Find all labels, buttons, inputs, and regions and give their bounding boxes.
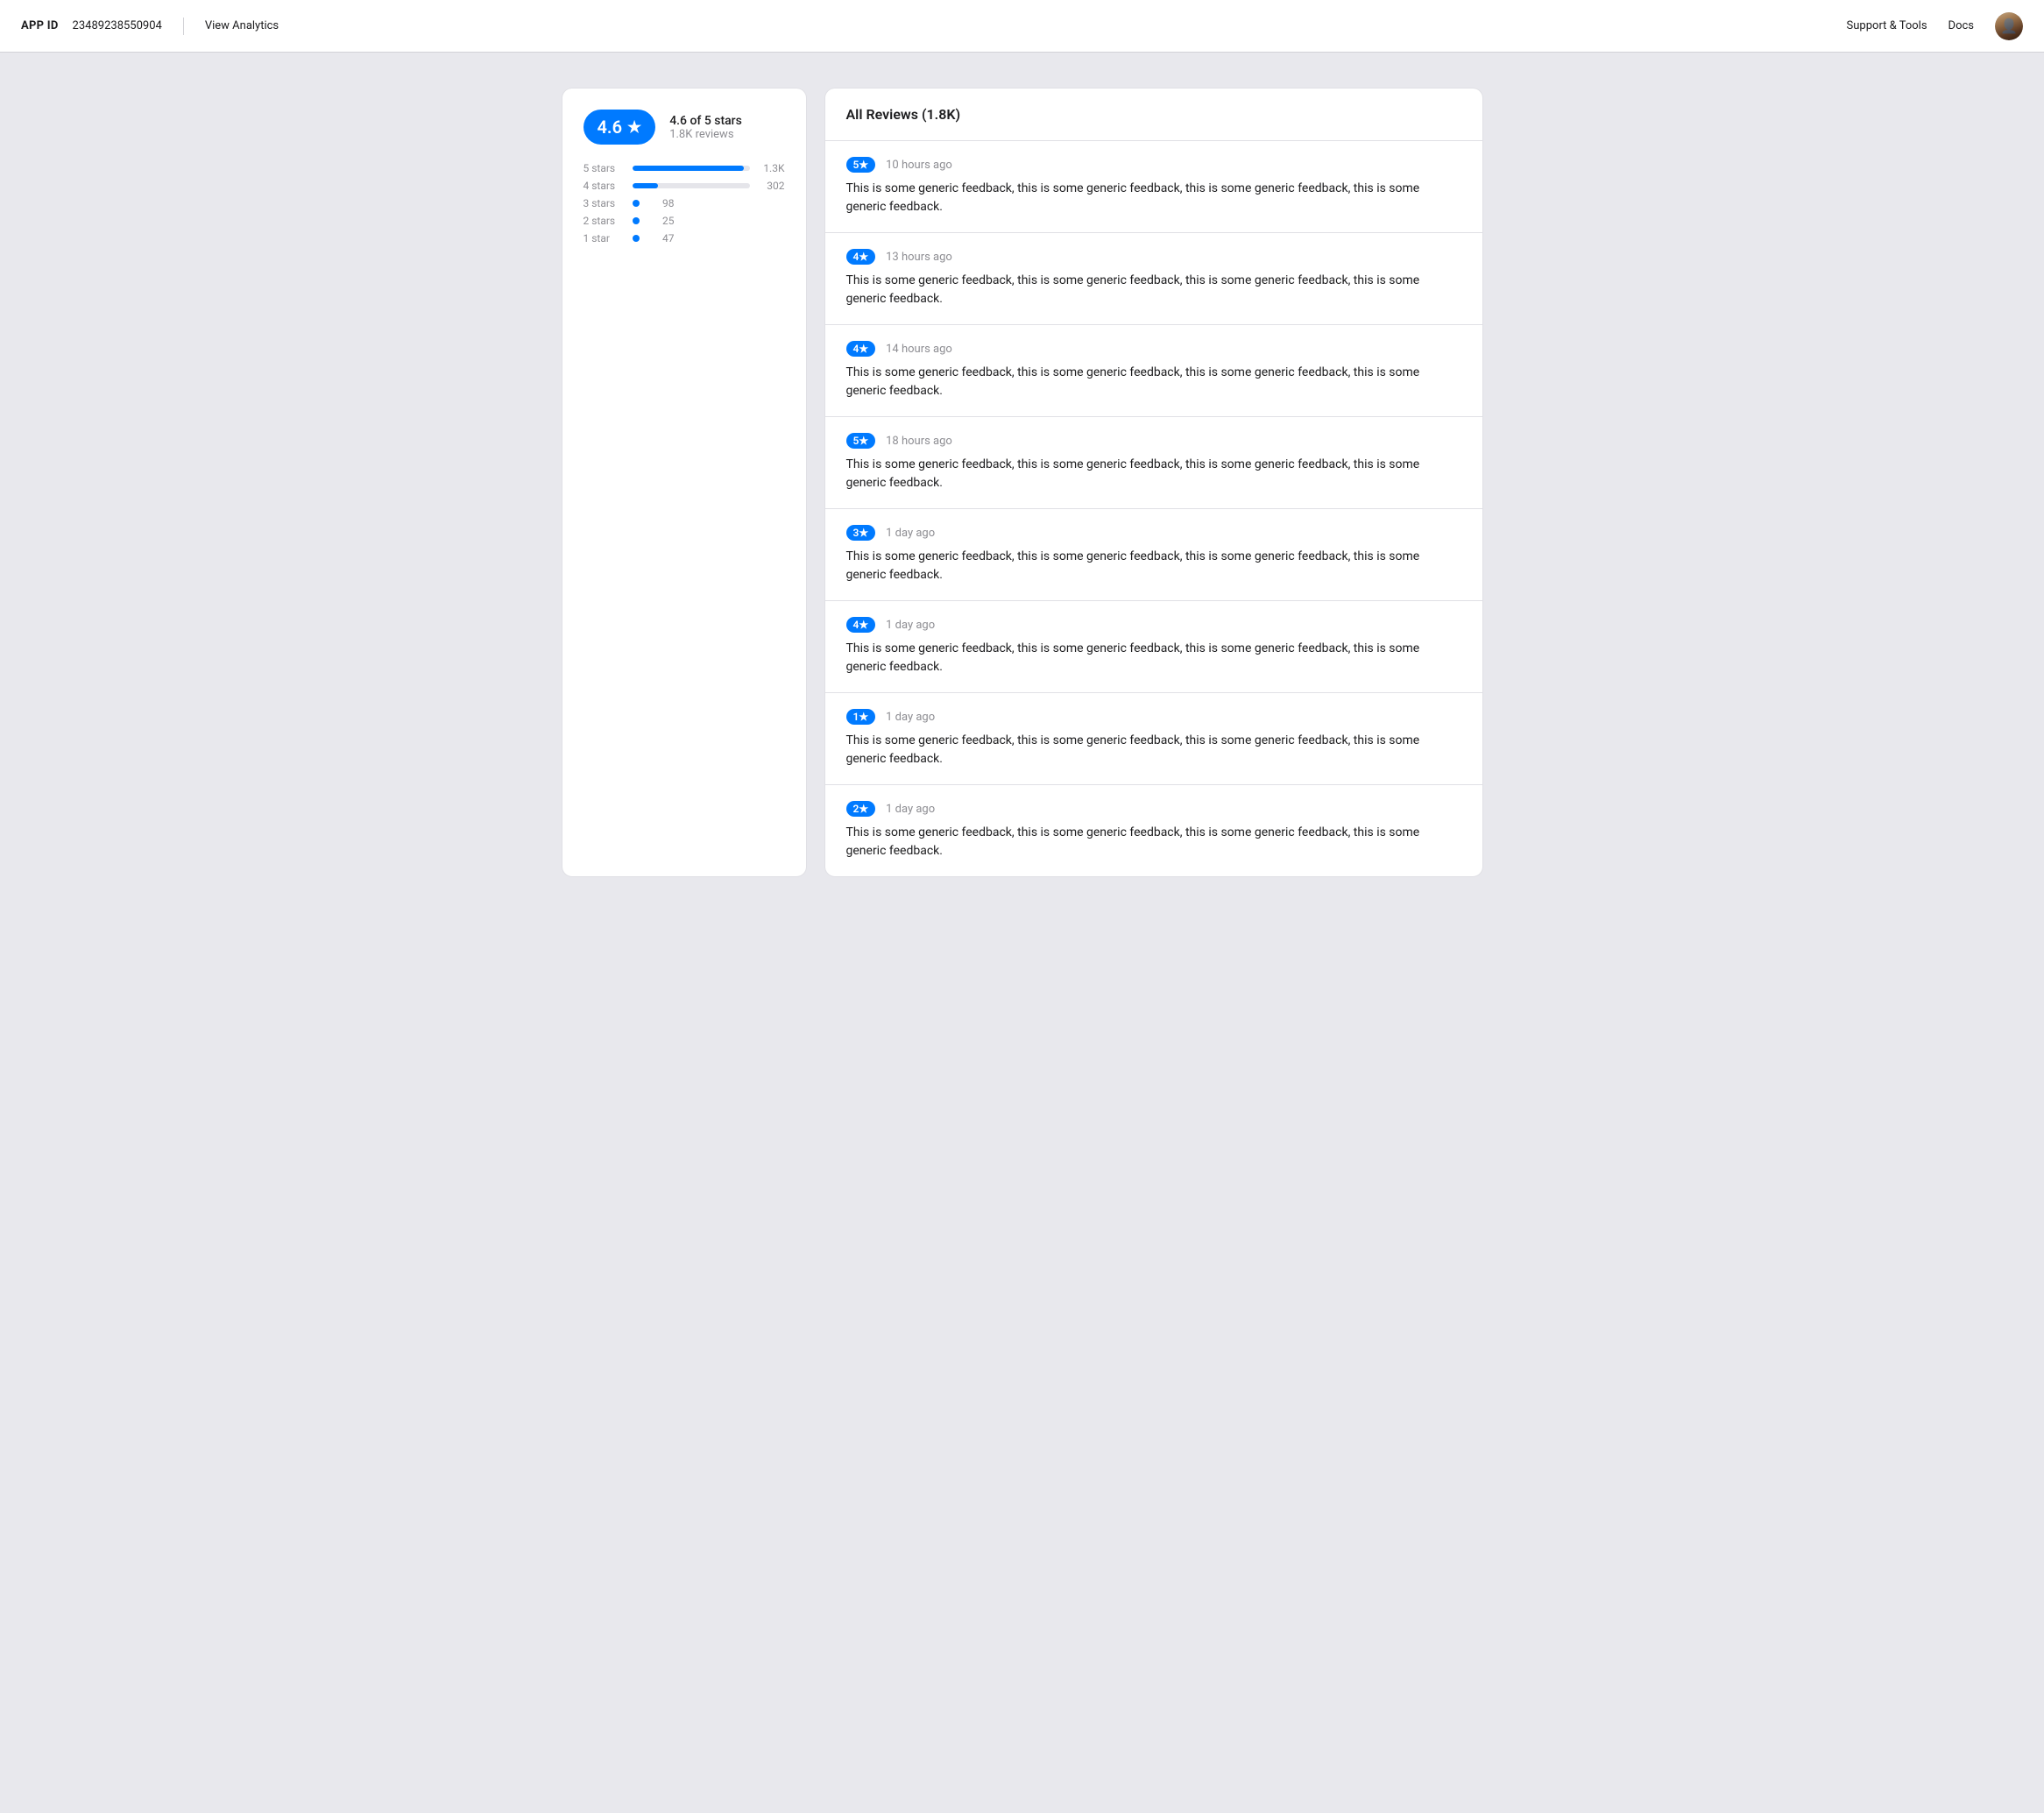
- rating-summary: 4.6 of 5 stars 1.8K reviews: [669, 114, 742, 141]
- review-item: 4★ 14 hours ago This is some generic feedb…: [825, 325, 1482, 417]
- review-star-badge: 1★: [846, 709, 876, 725]
- star-row: 5 stars 1.3K: [583, 162, 785, 174]
- bar-container: [633, 183, 750, 188]
- review-time: 14 hours ago: [886, 343, 952, 356]
- review-time: 1 day ago: [886, 803, 935, 816]
- review-text: This is some generic feedback, this is s…: [846, 180, 1461, 216]
- star-row-label: 5 stars: [583, 162, 626, 174]
- rating-top: 4.6 ★ 4.6 of 5 stars 1.8K reviews: [583, 110, 785, 145]
- review-item: 5★ 18 hours ago This is some generic feedb…: [825, 417, 1482, 509]
- avatar[interactable]: 👤: [1995, 12, 2023, 40]
- review-star-badge: 5★: [846, 157, 876, 173]
- rating-of: 4.6 of 5 stars: [669, 114, 742, 128]
- bar-count: 302: [757, 180, 785, 192]
- review-time: 18 hours ago: [886, 435, 952, 448]
- review-time: 1 day ago: [886, 527, 935, 540]
- docs-link[interactable]: Docs: [1949, 19, 1974, 32]
- reviews-list: 5★ 10 hours ago This is some generic feedb…: [825, 141, 1482, 876]
- bar-fill: [633, 183, 658, 188]
- rating-total: 1.8K reviews: [669, 128, 742, 141]
- review-meta: 2★ 1 day ago: [846, 801, 1461, 817]
- star-row-label: 4 stars: [583, 180, 626, 192]
- star-row: 3 stars 98: [583, 197, 785, 209]
- star-row-label: 1 star: [583, 232, 626, 244]
- bar-count: 47: [647, 232, 675, 244]
- review-time: 13 hours ago: [886, 251, 952, 264]
- header-left: APP ID 23489238550904 View Analytics: [21, 18, 279, 35]
- review-text: This is some generic feedback, this is s…: [846, 548, 1461, 584]
- rating-card: 4.6 ★ 4.6 of 5 stars 1.8K reviews 5 star…: [562, 88, 807, 877]
- header-divider: [183, 18, 184, 35]
- review-text: This is some generic feedback, this is s…: [846, 640, 1461, 676]
- star-row: 1 star 47: [583, 232, 785, 244]
- review-star-badge: 5★: [846, 433, 876, 449]
- review-item: 1★ 1 day ago This is some generic feedback…: [825, 693, 1482, 785]
- review-text: This is some generic feedback, this is s…: [846, 364, 1461, 400]
- review-meta: 1★ 1 day ago: [846, 709, 1461, 725]
- bar-count: 98: [647, 197, 675, 209]
- review-star-badge: 4★: [846, 249, 876, 265]
- review-item: 3★ 1 day ago This is some generic feedback…: [825, 509, 1482, 601]
- review-star-badge: 2★: [846, 801, 876, 817]
- bar-dot: [633, 200, 640, 207]
- reviews-title: All Reviews (1.8K): [846, 106, 961, 123]
- review-text: This is some generic feedback, this is s…: [846, 824, 1461, 860]
- review-time: 1 day ago: [886, 711, 935, 724]
- bar-dot: [633, 217, 640, 224]
- bar-count: 25: [647, 215, 675, 227]
- review-item: 2★ 1 day ago This is some generic feedback…: [825, 785, 1482, 876]
- star-row-label: 2 stars: [583, 215, 626, 227]
- review-star-badge: 4★: [846, 341, 876, 357]
- review-time: 1 day ago: [886, 619, 935, 632]
- review-text: This is some generic feedback, this is s…: [846, 272, 1461, 308]
- main-content: 4.6 ★ 4.6 of 5 stars 1.8K reviews 5 star…: [541, 53, 1504, 912]
- support-tools-link[interactable]: Support & Tools: [1847, 19, 1927, 32]
- review-time: 10 hours ago: [886, 159, 952, 172]
- review-item: 4★ 13 hours ago This is some generic feedb…: [825, 233, 1482, 325]
- app-id-value: 23489238550904: [73, 19, 162, 32]
- view-analytics-link[interactable]: View Analytics: [205, 19, 279, 32]
- bar-container: [633, 166, 750, 171]
- rating-score: 4.6: [598, 117, 623, 138]
- star-row: 2 stars 25: [583, 215, 785, 227]
- review-item: 4★ 1 day ago This is some generic feedback…: [825, 601, 1482, 693]
- rating-star-icon: ★: [627, 118, 641, 137]
- review-star-badge: 4★: [846, 617, 876, 633]
- reviews-panel: All Reviews (1.8K) 5★ 10 hours ago This is…: [824, 88, 1483, 877]
- star-row-label: 3 stars: [583, 197, 626, 209]
- app-id-label: APP ID: [21, 19, 59, 32]
- bar-fill: [633, 166, 744, 171]
- bar-count: 1.3K: [757, 162, 785, 174]
- review-text: This is some generic feedback, this is s…: [846, 732, 1461, 768]
- review-item: 5★ 10 hours ago This is some generic feedb…: [825, 141, 1482, 233]
- review-meta: 4★ 13 hours ago: [846, 249, 1461, 265]
- bar-dot: [633, 235, 640, 242]
- review-meta: 4★ 14 hours ago: [846, 341, 1461, 357]
- review-star-badge: 3★: [846, 525, 876, 541]
- review-meta: 5★ 10 hours ago: [846, 157, 1461, 173]
- star-bars: 5 stars 1.3K 4 stars 302 3 stars 98 2 stars 25 1…: [583, 162, 785, 244]
- review-text: This is some generic feedback, this is s…: [846, 456, 1461, 492]
- header: APP ID 23489238550904 View Analytics Sup…: [0, 0, 2044, 53]
- review-meta: 3★ 1 day ago: [846, 525, 1461, 541]
- review-meta: 4★ 1 day ago: [846, 617, 1461, 633]
- avatar-image: 👤: [1995, 12, 2023, 40]
- header-right: Support & Tools Docs 👤: [1847, 12, 2023, 40]
- star-row: 4 stars 302: [583, 180, 785, 192]
- reviews-header: All Reviews (1.8K): [825, 89, 1482, 141]
- review-meta: 5★ 18 hours ago: [846, 433, 1461, 449]
- rating-badge: 4.6 ★: [583, 110, 656, 145]
